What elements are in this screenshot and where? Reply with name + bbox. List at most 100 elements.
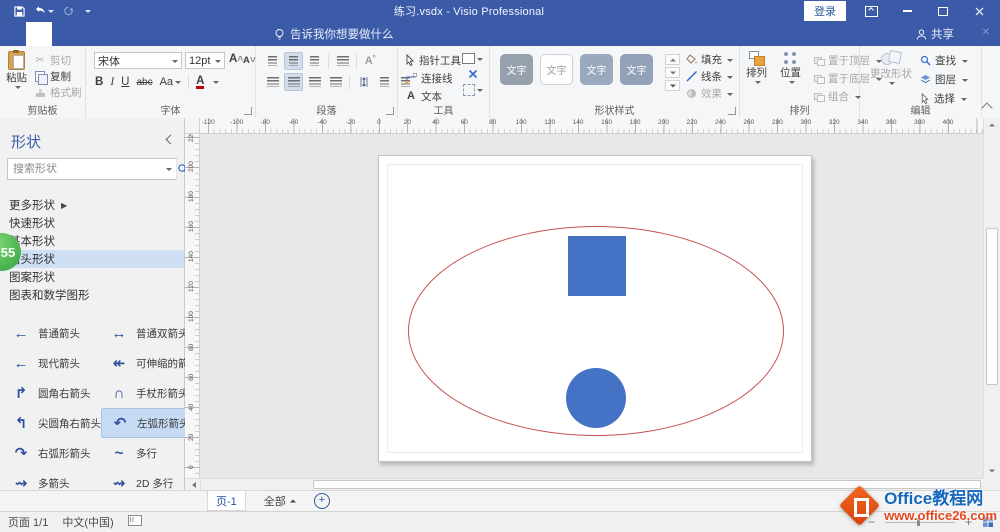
shape-styles-dialog-launcher-icon[interactable] (728, 107, 736, 115)
paragraph-dialog-launcher-icon[interactable] (386, 107, 394, 115)
strikethrough-button[interactable]: abc (136, 77, 152, 88)
ribbon-tab[interactable] (208, 22, 234, 46)
add-page-button[interactable]: + (314, 493, 330, 509)
stencil-category[interactable]: 箭头形状 (0, 250, 184, 268)
save-icon[interactable] (14, 6, 25, 17)
bold-button[interactable]: B (95, 76, 103, 88)
vertical-scroll-thumb[interactable] (986, 228, 998, 385)
change-case-button[interactable]: Aa (160, 76, 181, 88)
language-status[interactable]: 中文(中国) (62, 514, 113, 530)
align-right-button[interactable] (305, 73, 324, 91)
ribbon-tab[interactable] (26, 22, 52, 46)
shrink-font-button[interactable]: A˅ (243, 55, 256, 66)
shape-style-swatch[interactable]: 文字 (580, 54, 613, 85)
change-shape-button[interactable]: 更改形状 (868, 51, 914, 86)
ribbon-tab[interactable] (52, 22, 78, 46)
page-tab[interactable]: 页-1 (207, 491, 246, 511)
ribbon-tab[interactable] (156, 22, 182, 46)
font-size-select[interactable]: 12pt (185, 52, 225, 69)
ribbon-display-options-button[interactable] (860, 3, 882, 19)
ribbon-tab[interactable] (130, 22, 156, 46)
align-center-button[interactable] (284, 73, 303, 91)
qat-customize-icon[interactable] (85, 10, 91, 16)
square-shape[interactable] (568, 236, 626, 296)
decrease-indent-button[interactable] (375, 73, 394, 91)
fill-button[interactable]: 填充 (686, 53, 733, 66)
align-left-button[interactable] (263, 73, 282, 91)
stencil-category[interactable]: 基本形状 (0, 232, 184, 250)
ribbon-tab[interactable] (104, 22, 130, 46)
master-shape-item[interactable]: ← 普通箭头 (3, 318, 101, 348)
stencil-category[interactable]: 更多形状 ▶ (0, 196, 184, 214)
arrange-button[interactable]: 排列 (746, 51, 767, 85)
text-direction-button[interactable]: A˚ (361, 52, 380, 70)
close-button[interactable] (968, 3, 990, 19)
pointer-tool-button[interactable]: 指针工具 (405, 53, 461, 67)
text-tool-button[interactable]: A 文本 (405, 89, 442, 103)
master-shape-item[interactable]: ← 现代箭头 (3, 348, 101, 378)
bullets-button[interactable] (333, 52, 352, 70)
crop-tool-button[interactable] (463, 84, 483, 96)
search-input[interactable] (8, 163, 160, 175)
cut-button[interactable]: ✂剪切 (34, 53, 82, 68)
all-pages-button[interactable]: 全部 (264, 493, 296, 509)
minimize-button[interactable] (896, 3, 918, 19)
stencil-category[interactable]: 图案形状 (0, 268, 184, 286)
macro-record-icon[interactable] (128, 515, 142, 529)
position-button[interactable]: 位置 (780, 51, 801, 85)
ribbon-tab[interactable] (0, 22, 26, 46)
align-top-button[interactable] (263, 52, 282, 70)
undo-dropdown-icon[interactable] (48, 10, 54, 16)
search-dropdown[interactable] (160, 159, 177, 179)
underline-button[interactable]: U (121, 76, 129, 88)
font-color-button[interactable]: A (196, 76, 204, 89)
style-row-down-button[interactable] (665, 67, 680, 78)
justify-button[interactable] (326, 73, 345, 91)
style-row-up-button[interactable] (665, 54, 680, 65)
grow-font-button[interactable]: A˄ (229, 53, 243, 65)
ribbon-tab[interactable] (234, 22, 260, 46)
find-button[interactable]: 查找 (920, 53, 968, 68)
scroll-up-icon[interactable] (984, 118, 1000, 132)
font-dialog-launcher-icon[interactable] (244, 107, 252, 115)
sign-in-button[interactable]: 登录 (804, 1, 846, 21)
font-name-select[interactable]: 宋体 (94, 52, 182, 69)
scroll-left-icon[interactable] (185, 479, 201, 490)
align-middle-button[interactable] (284, 52, 303, 70)
drawing-page[interactable] (378, 155, 812, 462)
vertical-scrollbar[interactable] (983, 118, 1000, 478)
collapse-ribbon-icon[interactable] (981, 102, 992, 113)
paste-button[interactable]: 粘贴 (6, 51, 27, 90)
master-shape-item[interactable]: ↷ 右弧形箭头 (3, 438, 101, 468)
undo-button[interactable] (34, 6, 54, 16)
format-painter-button[interactable]: 格式刷 (34, 85, 82, 100)
tell-me-box[interactable]: 告诉我你想要做什么 (274, 22, 394, 46)
vertical-text-button[interactable] (354, 73, 373, 91)
drawing-surface[interactable] (200, 134, 983, 478)
scroll-down-icon[interactable] (984, 464, 1000, 478)
close-print-preview-icon[interactable]: ✕ (982, 27, 990, 38)
master-shape-item[interactable]: ↱ 圆角右箭头 (3, 378, 101, 408)
layers-button[interactable]: 图层 (920, 72, 968, 87)
rectangle-tool-button[interactable] (462, 53, 483, 64)
shape-style-swatch[interactable]: 文字 (500, 54, 533, 85)
italic-button[interactable]: I (110, 76, 114, 88)
copy-button[interactable]: 复制 (34, 69, 82, 84)
collapse-panel-icon[interactable] (166, 135, 176, 145)
restore-button[interactable] (932, 3, 954, 19)
shape-style-swatch[interactable]: 文字 (620, 54, 653, 85)
stencil-category[interactable]: 图表和数学图形 (0, 286, 184, 304)
ribbon-tab[interactable] (182, 22, 208, 46)
align-bottom-button[interactable] (305, 52, 324, 70)
line-button[interactable]: 线条 (686, 70, 733, 83)
connection-point-icon[interactable] (468, 69, 478, 79)
connector-tool-button[interactable]: 连接线 (405, 71, 453, 85)
redo-icon[interactable] (63, 6, 74, 16)
style-gallery-more-button[interactable] (665, 80, 680, 91)
stencil-category[interactable]: 快速形状 (0, 214, 184, 232)
shape-style-swatch[interactable]: 文字 (540, 54, 573, 85)
effects-button[interactable]: 效果 (686, 87, 733, 100)
ribbon-tab[interactable] (78, 22, 104, 46)
master-shape-item[interactable]: ↰ 尖圆角右箭头 (3, 408, 101, 438)
circle-shape[interactable] (566, 368, 626, 428)
